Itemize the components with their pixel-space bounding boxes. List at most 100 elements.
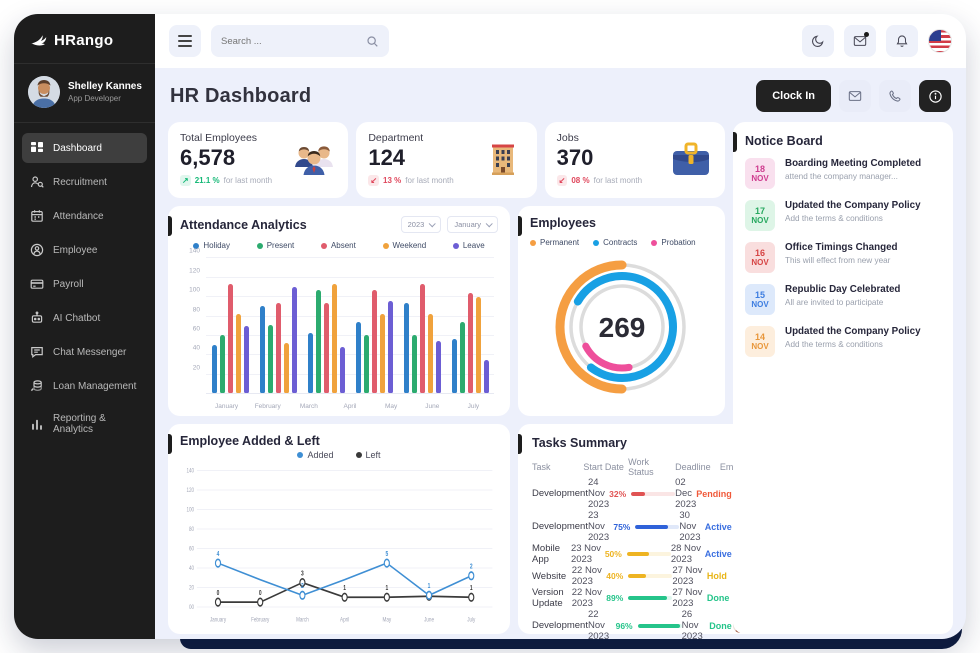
sidebar-item-attendance[interactable]: Attendance <box>22 201 147 231</box>
y-tick-label: 120 <box>180 267 200 274</box>
legend-label: Leave <box>463 241 485 250</box>
sidebar-item-label: Payroll <box>53 279 84 290</box>
app-logo[interactable]: HRango <box>14 14 155 63</box>
card-accent-bar <box>168 216 172 236</box>
notice-date-badge: 14NOV <box>745 326 775 357</box>
search-box[interactable] <box>211 25 389 57</box>
stat-change-percent: 08 % <box>571 176 589 185</box>
bar-absent <box>468 293 473 393</box>
sidebar-item-chat-messenger[interactable]: Chat Messenger <box>22 337 147 367</box>
bar-group-february <box>254 254 302 393</box>
svg-text:0: 0 <box>217 589 220 597</box>
notice-date-badge: 17NOV <box>745 200 775 231</box>
search-input[interactable] <box>221 36 360 47</box>
app-window: HRango Shelley Kannes App Developer Dash… <box>14 14 966 639</box>
legend-label: Contracts <box>603 238 637 247</box>
bar-present <box>220 335 225 393</box>
phone-icon <box>888 89 902 103</box>
deadline: 02 Dec 2023 <box>675 477 696 510</box>
bar-absent <box>324 303 329 393</box>
sidebar-item-label: Dashboard <box>53 143 102 154</box>
chevron-down-icon <box>429 220 436 227</box>
notice-item[interactable]: 17NOVUpdated the Company PolicyAdd the t… <box>745 200 941 231</box>
column-header: Start Date <box>583 462 628 472</box>
attendance-bar-chart: 20406080100120140JanuaryFebruaryMarchApr… <box>180 254 498 408</box>
topbar <box>155 14 966 68</box>
svg-text:00: 00 <box>189 604 194 611</box>
sidebar-item-label: Employee <box>53 245 97 256</box>
notice-day: 16 <box>755 248 765 258</box>
bar-weekend <box>236 314 241 393</box>
bar-holiday <box>404 303 409 393</box>
stat-change: ↗21.1 %for last month <box>180 175 272 186</box>
notice-text: Boarding Meeting Completedattend the com… <box>785 158 921 181</box>
notice-month: NOV <box>751 342 768 351</box>
briefcase-icon <box>669 132 713 188</box>
legend-dot <box>297 452 303 458</box>
messages-button[interactable] <box>844 25 876 57</box>
notice-text: Republic Day CelebratedAll are invited t… <box>785 284 900 307</box>
bar-present <box>268 325 273 394</box>
payroll-icon <box>30 277 44 291</box>
x-tick-label: May <box>371 403 412 410</box>
analytics-icon <box>30 417 44 431</box>
dark-mode-button[interactable] <box>802 25 834 57</box>
sidebar-item-ai-chatbot[interactable]: AI Chatbot <box>22 303 147 333</box>
call-button[interactable] <box>879 80 911 112</box>
column-header: Deadline <box>675 462 720 472</box>
bar-present <box>460 322 465 393</box>
added-left-title: Employee Added & Left <box>180 434 498 448</box>
stat-label: Department <box>368 132 453 144</box>
month-filter-select[interactable]: January <box>447 216 498 233</box>
employee-added-left-card: Employee Added & Left AddedLeft 00204060… <box>168 424 510 634</box>
employees-card: Employees PermanentContractsProbation 26… <box>518 206 725 416</box>
bar-weekend <box>428 314 433 393</box>
progress-track <box>628 574 672 578</box>
legend-item-present: Present <box>257 241 295 250</box>
sidebar-item-loan-management[interactable]: Loan Management <box>22 371 147 401</box>
language-flag-us[interactable] <box>928 29 952 53</box>
year-filter-select[interactable]: 2023 <box>401 216 442 233</box>
task-name: Website <box>532 571 572 582</box>
sidebar-item-payroll[interactable]: Payroll <box>22 269 147 299</box>
bar-holiday <box>452 339 457 393</box>
email-button[interactable] <box>839 80 871 112</box>
svg-text:80: 80 <box>189 526 194 533</box>
svg-text:July: July <box>467 617 475 624</box>
sidebar-item-recruitment[interactable]: Recruitment <box>22 167 147 197</box>
notice-item[interactable]: 14NOVUpdated the Company PolicyAdd the t… <box>745 326 941 357</box>
sidebar-item-reporting-analytics[interactable]: Reporting & Analytics <box>22 405 147 443</box>
progress-track <box>631 492 675 496</box>
menu-toggle-button[interactable] <box>169 25 201 57</box>
notifications-button[interactable] <box>886 25 918 57</box>
attendance-legend: HolidayPresentAbsentWeekendLeave <box>180 241 498 250</box>
legend-dot <box>383 243 389 249</box>
start-date: 22 Nov 2023 <box>572 565 607 587</box>
svg-text:100: 100 <box>186 507 194 514</box>
notice-month: NOV <box>751 216 768 225</box>
email-status: Active <box>705 522 732 532</box>
notice-day: 15 <box>755 290 765 300</box>
sidebar-item-dashboard[interactable]: Dashboard <box>22 133 147 163</box>
calendar-icon <box>30 209 44 223</box>
bar-absent <box>420 284 425 393</box>
notice-title: Republic Day Celebrated <box>785 284 900 295</box>
svg-text:20: 20 <box>189 585 194 592</box>
notice-item[interactable]: 18NOVBoarding Meeting Completedattend th… <box>745 158 941 189</box>
card-accent-bar <box>733 132 737 152</box>
user-profile[interactable]: Shelley Kannes App Developer <box>14 63 155 123</box>
clock-in-button[interactable]: Clock In <box>756 80 831 112</box>
y-tick-label: 20 <box>180 364 200 371</box>
notice-item[interactable]: 15NOV Republic Day CelebratedAll are invi… <box>745 284 941 315</box>
legend-label: Left <box>366 450 381 460</box>
email-status: Pending <box>696 489 732 499</box>
bar-group-june <box>446 254 494 393</box>
notice-item[interactable]: 16NOVOffice Timings ChangedThis will eff… <box>745 242 941 273</box>
sidebar-item-label: AI Chatbot <box>53 313 100 324</box>
legend-label: Permanent <box>540 238 579 247</box>
sidebar-item-employee[interactable]: Employee <box>22 235 147 265</box>
legend-item-weekend: Weekend <box>383 241 427 250</box>
info-button[interactable] <box>919 80 951 112</box>
column-header: Work Status <box>628 457 675 477</box>
notice-date-badge: 15NOV <box>745 284 775 315</box>
